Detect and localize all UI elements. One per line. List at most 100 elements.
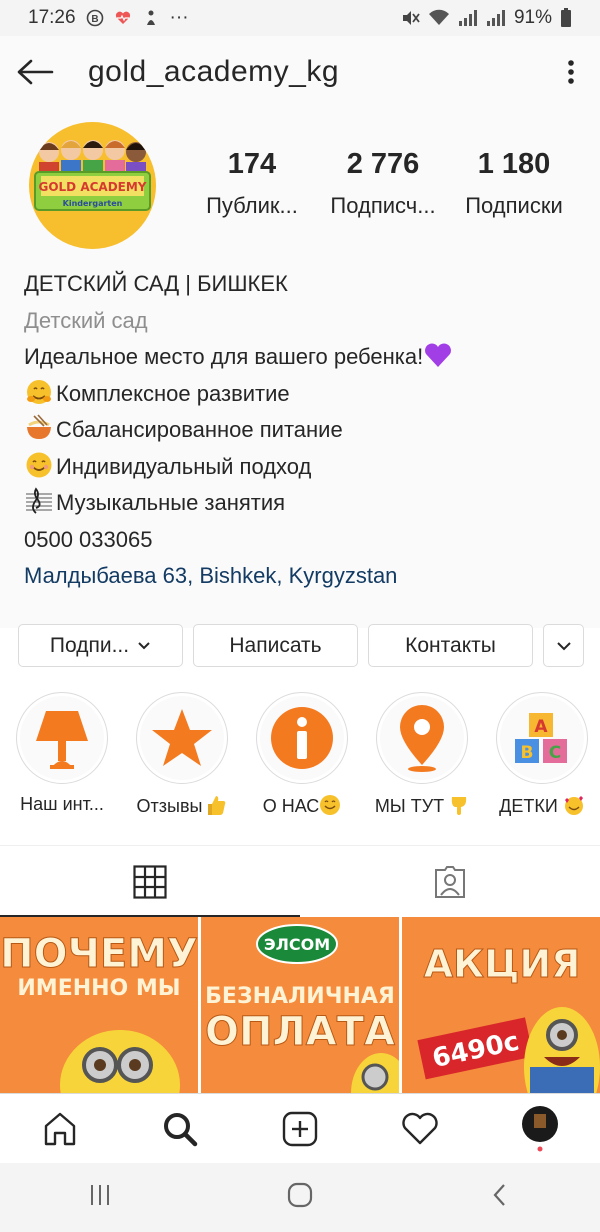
follow-dropdown-button[interactable]: Подпи... bbox=[18, 624, 183, 667]
stat-label: Публик... bbox=[206, 193, 298, 218]
smiling-face-icon bbox=[26, 452, 52, 477]
tagged-person-icon bbox=[435, 865, 465, 898]
profile-header: gold_academy_kg bbox=[0, 36, 600, 108]
post-image: ПОЧЕМУ ИМЕННО МЫ bbox=[0, 917, 198, 1093]
highlight-item[interactable]: A B C ДЕТКИ bbox=[482, 692, 600, 817]
bio-text: Сбалансированное питание bbox=[56, 417, 343, 442]
purple-heart-icon bbox=[425, 343, 452, 367]
highlight-item[interactable]: Наш инт... bbox=[2, 692, 122, 815]
figure-icon bbox=[146, 10, 155, 25]
smiling-face-icon bbox=[320, 795, 341, 815]
contacts-button-label: Контакты bbox=[405, 633, 496, 657]
home-circle-icon bbox=[287, 1182, 313, 1208]
stat-value: 1 180 bbox=[477, 148, 551, 180]
grid-icon bbox=[133, 864, 167, 899]
mute-icon bbox=[402, 11, 420, 25]
highlight-label: ДЕТКИ bbox=[499, 794, 585, 817]
tab-tagged[interactable] bbox=[300, 846, 600, 917]
highlight-label: Наш инт... bbox=[20, 794, 104, 814]
post-text: ОПЛАТА bbox=[205, 1009, 395, 1055]
back-system-button[interactable] bbox=[486, 1181, 514, 1214]
svg-text:C: C bbox=[549, 743, 561, 763]
post-text: ИМЕННО МЫ bbox=[17, 976, 180, 1001]
highlight-label: Отзывы bbox=[137, 794, 228, 817]
profile-section: GOLD ACADEMY Kindergarten 174 Публик... … bbox=[0, 108, 600, 628]
stat-label: Подписки bbox=[465, 193, 563, 218]
battery-icon bbox=[561, 8, 571, 27]
svg-text:B: B bbox=[91, 14, 98, 25]
info-icon bbox=[271, 707, 333, 769]
nav-create-button[interactable] bbox=[270, 1099, 330, 1159]
bio-line-5: Музыкальные занятия bbox=[24, 485, 584, 522]
profile-category: Детский сад bbox=[24, 307, 148, 333]
svg-text:B: B bbox=[521, 743, 534, 763]
recent-apps-button[interactable] bbox=[86, 1181, 114, 1214]
profile-phone[interactable]: 0500 033065 bbox=[24, 522, 584, 559]
highlight-item[interactable]: МЫ ТУТ bbox=[362, 692, 482, 817]
message-button[interactable]: Написать bbox=[193, 624, 358, 667]
svg-text:A: A bbox=[534, 717, 548, 737]
b-icon: B bbox=[86, 9, 103, 27]
hugging-face-icon bbox=[27, 379, 51, 404]
star-icon bbox=[152, 709, 212, 766]
stat-followers[interactable]: 2 776 Подписч... bbox=[319, 148, 447, 219]
nav-activity-button[interactable] bbox=[390, 1099, 450, 1159]
system-navigation-bar bbox=[0, 1163, 600, 1232]
post-text: БЕЗНАЛИЧНАЯ bbox=[205, 984, 395, 1009]
nav-home-button[interactable] bbox=[30, 1099, 90, 1159]
tab-grid[interactable] bbox=[0, 846, 300, 917]
post-tile[interactable]: ПОЧЕМУ ИМЕННО МЫ bbox=[0, 917, 198, 1093]
follow-button-label: Подпи... bbox=[49, 633, 130, 657]
back-button[interactable] bbox=[0, 36, 70, 108]
chevron-down-icon bbox=[138, 641, 150, 649]
highlight-item[interactable]: Отзывы bbox=[122, 692, 242, 817]
wifi-icon bbox=[428, 9, 449, 25]
highlight-item[interactable]: О НАС bbox=[242, 692, 362, 817]
home-icon bbox=[44, 1112, 76, 1145]
status-bar: 17:26 B ··· 91% bbox=[0, 0, 600, 36]
search-icon bbox=[164, 1112, 198, 1146]
pointing-down-icon bbox=[451, 797, 467, 815]
profile-tabs bbox=[0, 845, 600, 917]
contacts-button[interactable]: Контакты bbox=[368, 624, 533, 667]
bio-line-2: Комплексное развитие bbox=[24, 376, 584, 413]
suggested-accounts-button[interactable] bbox=[543, 624, 584, 667]
music-score-icon bbox=[26, 487, 52, 514]
nav-profile-button[interactable] bbox=[510, 1099, 570, 1159]
logo-title: GOLD ACADEMY bbox=[38, 180, 146, 194]
avatar[interactable]: GOLD ACADEMY Kindergarten bbox=[29, 122, 156, 249]
stat-posts[interactable]: 174 Публик... bbox=[188, 148, 316, 219]
home-system-button[interactable] bbox=[286, 1181, 314, 1214]
arrow-left-icon bbox=[17, 59, 54, 85]
chevron-down-icon bbox=[556, 641, 571, 650]
signal-icon-2 bbox=[486, 10, 505, 26]
location-pin-icon bbox=[400, 705, 444, 772]
more-options-button[interactable] bbox=[556, 54, 586, 90]
story-highlights: Наш инт... Отзывы О НАС МЫ ТУТ A B C ДЕТ… bbox=[0, 692, 600, 832]
stat-value: 2 776 bbox=[346, 148, 420, 180]
battery-percent: 91% bbox=[513, 7, 552, 28]
smiling-hearts-icon bbox=[564, 796, 583, 815]
clock: 17:26 bbox=[28, 7, 76, 28]
recent-apps-icon bbox=[91, 1185, 109, 1205]
bio-line-4: Индивидуальный подход bbox=[24, 449, 584, 486]
bio-text: Комплексное развитие bbox=[56, 380, 290, 406]
thumbs-up-icon bbox=[208, 796, 226, 815]
nav-search-button[interactable] bbox=[150, 1099, 210, 1159]
noodle-bowl-icon bbox=[27, 414, 51, 439]
post-text: АКЦИЯ bbox=[424, 942, 581, 986]
lamp-icon bbox=[36, 711, 88, 769]
bio-text: Индивидуальный подход bbox=[56, 453, 312, 479]
post-tile[interactable]: АКЦИЯ 6490с bbox=[402, 917, 600, 1093]
stat-label: Подписч... bbox=[330, 193, 436, 218]
stat-value: 174 bbox=[227, 148, 277, 180]
logo-subtitle: Kindergarten bbox=[63, 199, 123, 208]
post-tile[interactable]: ЭЛСОМ БЕЗНАЛИЧНАЯ ОПЛАТА bbox=[201, 917, 399, 1093]
more-notifications-icon: ··· bbox=[169, 7, 189, 28]
highlight-label: МЫ ТУТ bbox=[375, 794, 469, 817]
profile-address-link[interactable]: Малдыбаева 63, Bishkek, Kyrgyzstan bbox=[24, 558, 584, 595]
gold-academy-logo: GOLD ACADEMY Kindergarten bbox=[34, 140, 151, 211]
plus-square-icon bbox=[282, 1111, 318, 1146]
stat-following[interactable]: 1 180 Подписки bbox=[450, 148, 578, 219]
message-button-label: Написать bbox=[229, 633, 322, 657]
